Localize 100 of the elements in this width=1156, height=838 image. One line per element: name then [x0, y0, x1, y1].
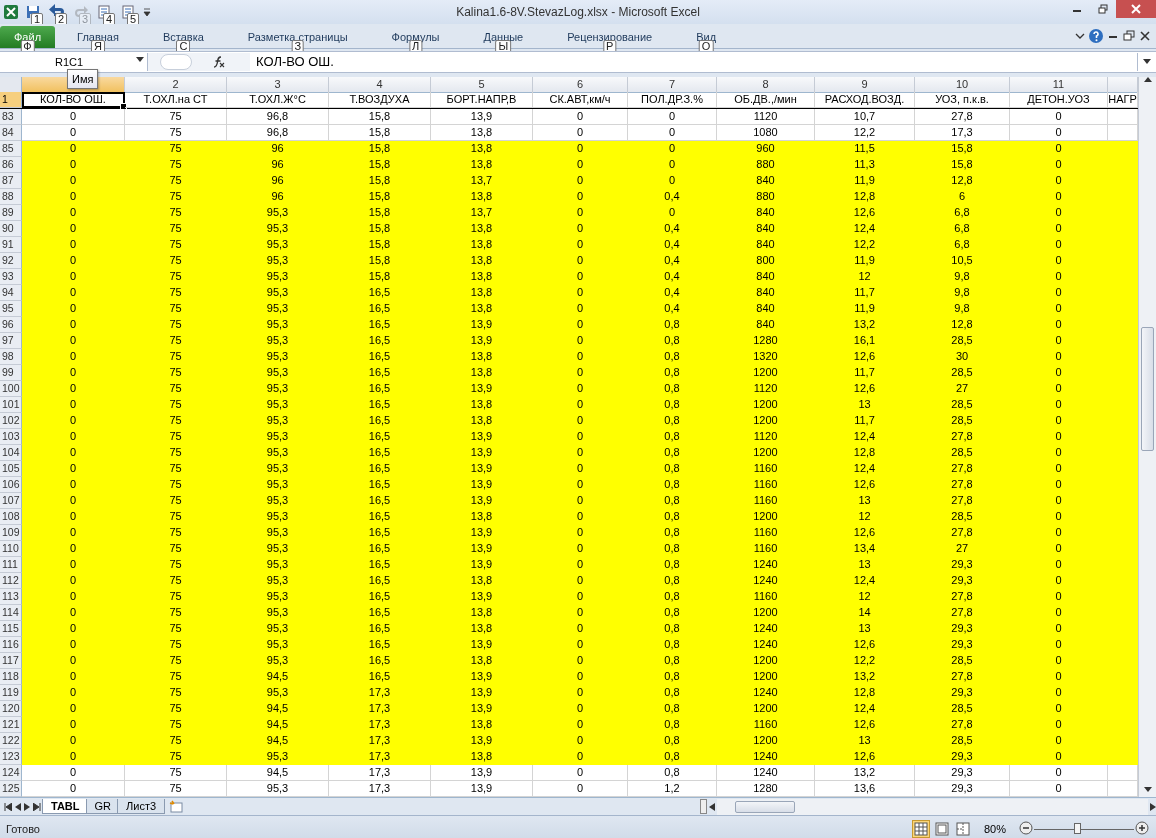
- column-header[interactable]: 2: [125, 77, 227, 93]
- last-sheet-icon[interactable]: [33, 802, 41, 811]
- row-header[interactable]: 106: [0, 477, 22, 493]
- status-text: Готово: [6, 822, 40, 835]
- fill-handle[interactable]: [120, 103, 127, 110]
- row-header[interactable]: 86: [0, 157, 22, 173]
- row-header[interactable]: 116: [0, 637, 22, 653]
- scroll-right-icon[interactable]: [1150, 802, 1156, 811]
- close-button[interactable]: [1116, 0, 1156, 18]
- table-cell-text: 0,8: [663, 381, 681, 396]
- column-header[interactable]: 5: [431, 77, 533, 93]
- row-header[interactable]: 85: [0, 141, 22, 157]
- row-header[interactable]: 97: [0, 333, 22, 349]
- row-header[interactable]: 84: [0, 125, 22, 141]
- view-button[interactable]: [933, 819, 951, 838]
- row-header[interactable]: 120: [0, 701, 22, 717]
- table-cell-text: 13,9: [469, 429, 494, 444]
- row-header[interactable]: 108: [0, 509, 22, 525]
- scroll-thumb[interactable]: [1141, 327, 1154, 451]
- row-header[interactable]: 125: [0, 781, 22, 797]
- expand-icon[interactable]: [1143, 59, 1151, 65]
- horizontal-scrollbar[interactable]: [717, 798, 1148, 815]
- row-header[interactable]: 87: [0, 173, 22, 189]
- sheet-tab[interactable]: Лист3: [117, 799, 166, 814]
- column-header[interactable]: 11: [1010, 77, 1108, 93]
- table-cell-text: 95,3: [265, 685, 290, 700]
- row-header[interactable]: 98: [0, 349, 22, 365]
- row-header[interactable]: 122: [0, 733, 22, 749]
- view-button[interactable]: [912, 819, 930, 838]
- row-header[interactable]: 109: [0, 525, 22, 541]
- view-button[interactable]: [954, 819, 972, 838]
- row-header[interactable]: 100: [0, 381, 22, 397]
- table-cell-text: 16,5: [367, 669, 392, 684]
- split-handle[interactable]: [700, 799, 707, 814]
- column-header[interactable]: 10: [915, 77, 1010, 93]
- zoom-in-button[interactable]: [1134, 820, 1150, 837]
- row-header[interactable]: 93: [0, 269, 22, 285]
- row-header[interactable]: 99: [0, 365, 22, 381]
- row-header[interactable]: 92: [0, 253, 22, 269]
- row-header[interactable]: 102: [0, 413, 22, 429]
- row-header[interactable]: 91: [0, 237, 22, 253]
- scroll-up-icon[interactable]: [1143, 77, 1152, 83]
- row-header[interactable]: 105: [0, 461, 22, 477]
- row-header[interactable]: 89: [0, 205, 22, 221]
- row-header[interactable]: 124: [0, 765, 22, 781]
- row-header[interactable]: 111: [0, 557, 22, 573]
- zoom-level[interactable]: 80%: [984, 822, 1018, 835]
- new-sheet-icon[interactable]: [169, 800, 186, 813]
- row-header[interactable]: 88: [0, 189, 22, 205]
- row-header[interactable]: 110: [0, 541, 22, 557]
- row-header[interactable]: 101: [0, 397, 22, 413]
- column-header[interactable]: 8: [717, 77, 815, 93]
- table-cell-text: 0: [68, 429, 78, 444]
- restore-icon[interactable]: [1122, 30, 1136, 42]
- scroll-thumb[interactable]: [735, 800, 795, 813]
- column-header[interactable]: 9: [815, 77, 915, 93]
- row-header[interactable]: 119: [0, 685, 22, 701]
- formula-bar-handle[interactable]: [160, 54, 192, 70]
- row-header[interactable]: 83: [0, 109, 22, 125]
- row-header[interactable]: 112: [0, 573, 22, 589]
- column-header[interactable]: 6: [533, 77, 628, 93]
- previous-sheet-icon[interactable]: [15, 802, 21, 811]
- scroll-down-icon[interactable]: [1143, 787, 1152, 793]
- caret-icon[interactable]: [143, 7, 151, 17]
- dropdown-arrow-icon[interactable]: [136, 57, 144, 63]
- table-cell-text: 0,4: [663, 221, 681, 236]
- function-icon[interactable]: [212, 55, 226, 69]
- row-header[interactable]: 118: [0, 669, 22, 685]
- row-header[interactable]: 121: [0, 717, 22, 733]
- vertical-scrollbar[interactable]: [1138, 77, 1156, 797]
- row-header[interactable]: 104: [0, 445, 22, 461]
- row-header[interactable]: 117: [0, 653, 22, 669]
- zoom-out-button[interactable]: [1018, 820, 1034, 837]
- column-header[interactable]: 4: [329, 77, 431, 93]
- first-sheet-icon[interactable]: [4, 802, 12, 811]
- column-header[interactable]: 3: [227, 77, 329, 93]
- zoom-slider[interactable]: [1034, 820, 1134, 837]
- row-header[interactable]: 103: [0, 429, 22, 445]
- row-header[interactable]: 95: [0, 301, 22, 317]
- next-sheet-icon[interactable]: [24, 802, 30, 811]
- row-header[interactable]: 114: [0, 605, 22, 621]
- excel-logo-icon[interactable]: [3, 4, 19, 20]
- table-cell: 0: [22, 765, 125, 781]
- sheet-tab[interactable]: TABL: [42, 799, 89, 814]
- close-icon[interactable]: [1138, 30, 1152, 42]
- slider-thumb[interactable]: [1074, 822, 1081, 834]
- row-header[interactable]: 90: [0, 221, 22, 237]
- scroll-left-icon[interactable]: [709, 802, 715, 811]
- formula-field[interactable]: КОЛ-ВО ОШ.: [250, 53, 1137, 71]
- row-header[interactable]: 94: [0, 285, 22, 301]
- row-header[interactable]: 1: [0, 92, 22, 108]
- row-header[interactable]: 113: [0, 589, 22, 605]
- column-header[interactable]: 7: [628, 77, 717, 93]
- table-cell-text: 11,9: [853, 301, 876, 316]
- row-header[interactable]: 107: [0, 493, 22, 509]
- help-icon[interactable]: [1088, 28, 1104, 44]
- table-cell-text: 0,8: [663, 477, 681, 492]
- row-header[interactable]: 123: [0, 749, 22, 765]
- row-header[interactable]: 96: [0, 317, 22, 333]
- row-header[interactable]: 115: [0, 621, 22, 637]
